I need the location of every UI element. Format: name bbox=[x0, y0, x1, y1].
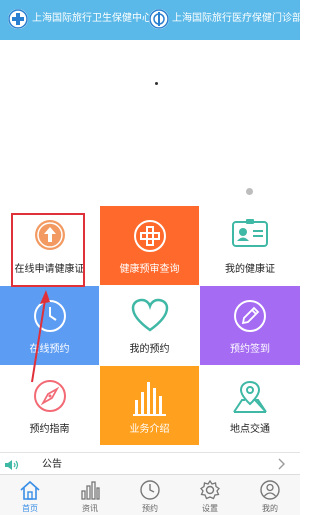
speaker-icon bbox=[5, 460, 19, 470]
map-pin-icon bbox=[233, 380, 267, 413]
tile-label: 健康预审查询 bbox=[119, 264, 180, 275]
tab-label: 预约 bbox=[142, 504, 158, 513]
notice-bar[interactable]: 公告 bbox=[0, 452, 300, 474]
tab-label: 设置 bbox=[202, 504, 218, 513]
tile-location-traffic[interactable]: 地点交通 bbox=[200, 366, 300, 445]
clock-icon bbox=[140, 480, 160, 500]
heart-icon bbox=[131, 298, 168, 332]
tile-label: 预约签到 bbox=[230, 344, 270, 355]
gear-icon bbox=[200, 479, 220, 500]
tab-label: 首页 bbox=[22, 504, 38, 513]
highlight-box bbox=[11, 213, 85, 287]
bottom-tab-bar: 首页 资讯 预约 设置 我的 bbox=[0, 474, 300, 515]
bar-chart-icon bbox=[81, 481, 100, 500]
tile-label: 地点交通 bbox=[230, 424, 270, 435]
compass-icon bbox=[33, 380, 66, 412]
tab-settings[interactable]: 设置 bbox=[180, 475, 240, 515]
banner-page-indicator[interactable] bbox=[246, 188, 253, 195]
red-cross-logo-icon bbox=[8, 9, 28, 29]
tab-booking[interactable]: 预约 bbox=[120, 475, 180, 515]
tab-news[interactable]: 资讯 bbox=[60, 475, 120, 515]
id-card-icon bbox=[232, 219, 268, 247]
tile-health-check-query[interactable]: 健康预审查询 bbox=[100, 206, 199, 285]
tile-booking-checkin[interactable]: 预约签到 bbox=[200, 286, 300, 365]
banner-marker bbox=[155, 82, 158, 85]
clinic-logo-icon bbox=[149, 9, 169, 29]
app-header: 上海国际旅行卫生保健中心 上海国际旅行医疗保健门诊部 bbox=[0, 0, 302, 40]
chevron-right-icon[interactable] bbox=[276, 458, 286, 470]
org-name-primary: 上海国际旅行卫生保健中心 bbox=[32, 13, 152, 24]
tile-booking-guide[interactable]: 预约指南 bbox=[0, 366, 99, 445]
tile-label: 我的健康证 bbox=[225, 264, 275, 275]
tile-business-intro[interactable]: 业务介绍 bbox=[100, 366, 199, 445]
notice-label: 公告 bbox=[42, 459, 62, 470]
tile-my-booking[interactable]: 我的预约 bbox=[100, 286, 199, 365]
tile-label: 业务介绍 bbox=[129, 424, 170, 435]
tab-label: 资讯 bbox=[82, 504, 98, 513]
tile-label: 预约指南 bbox=[29, 424, 70, 435]
tile-my-health-cert[interactable]: 我的健康证 bbox=[200, 206, 300, 285]
tab-label: 我的 bbox=[262, 504, 278, 513]
user-icon bbox=[260, 480, 280, 500]
banner-area[interactable] bbox=[0, 40, 300, 206]
medical-cross-icon bbox=[133, 220, 166, 252]
pencil-icon bbox=[234, 300, 266, 332]
tile-label: 在线预约 bbox=[29, 344, 70, 355]
bar-chart-icon bbox=[132, 382, 166, 416]
tab-home[interactable]: 首页 bbox=[0, 475, 60, 515]
tab-mine[interactable]: 我的 bbox=[240, 475, 300, 515]
home-icon bbox=[20, 480, 40, 500]
tile-label: 我的预约 bbox=[129, 344, 170, 355]
tile-online-booking[interactable]: 在线预约 bbox=[0, 286, 99, 365]
clock-icon bbox=[33, 300, 66, 332]
org-name-secondary: 上海国际旅行医疗保健门诊部 bbox=[172, 13, 302, 24]
